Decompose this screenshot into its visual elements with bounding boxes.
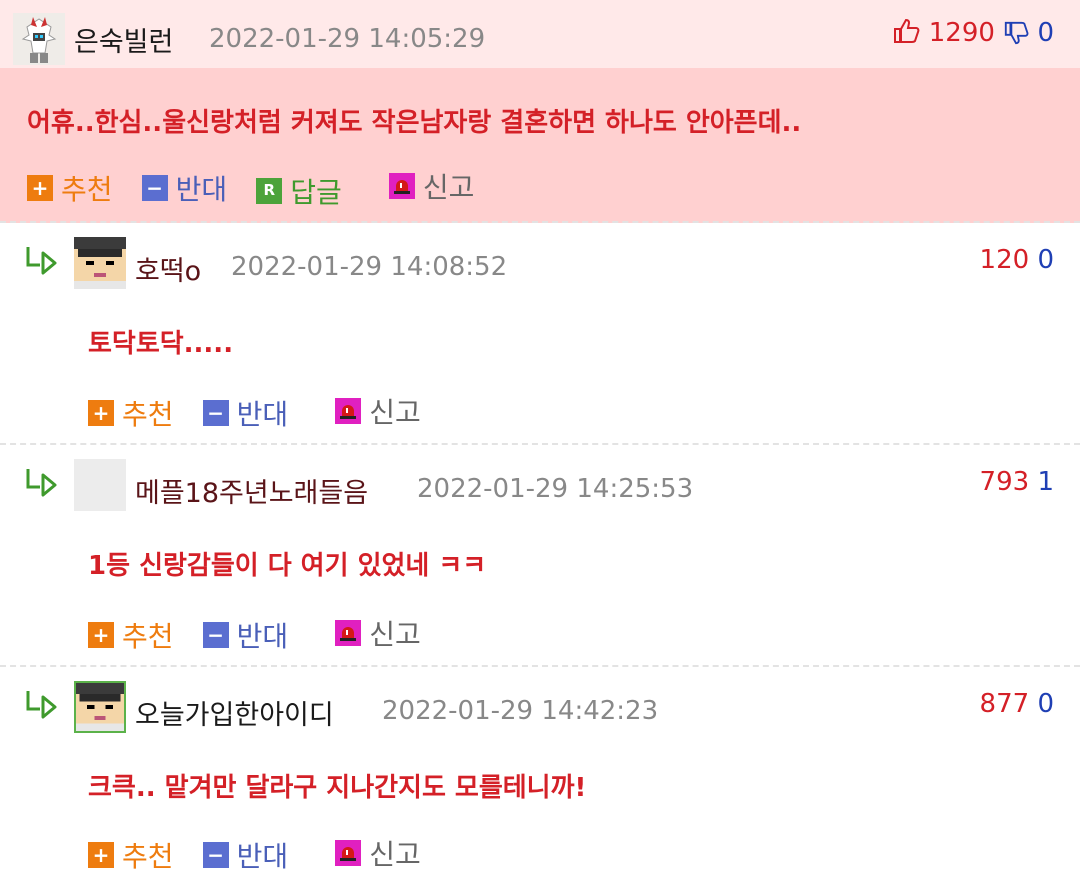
comment-actions: + 추천 − 반대 신고 — [88, 833, 445, 875]
vote-down-count: 0 — [1037, 245, 1054, 275]
nickname[interactable]: 오늘가입한아이디 — [135, 693, 334, 732]
avatar[interactable] — [74, 681, 126, 733]
avatar[interactable] — [74, 459, 126, 511]
report-label: 신고 — [369, 618, 421, 651]
minus-icon: − — [202, 622, 229, 648]
recommend-label: 추천 — [122, 840, 174, 873]
vote-up-count: 877 — [979, 689, 1030, 719]
plus-icon: + — [88, 842, 114, 868]
oppose-button[interactable]: − 반대 — [202, 615, 289, 655]
recommend-button[interactable]: + 추천 — [88, 835, 174, 875]
nickname[interactable]: 은숙빌런 — [74, 20, 173, 59]
siren-icon — [335, 620, 362, 646]
recommend-label: 추천 — [122, 620, 174, 653]
comment-text: 어휴..한심..울신랑처럼 커져도 작은남자랑 결혼하면 하나도 안아픈데.. — [27, 108, 802, 138]
plus-icon: + — [27, 175, 53, 201]
vote-down-count: 0 — [1037, 18, 1054, 48]
minus-icon: − — [141, 175, 168, 201]
recommend-button[interactable]: + 추천 — [88, 615, 174, 655]
report-label: 신고 — [369, 396, 421, 429]
vote-up-count: 120 — [979, 245, 1030, 275]
recommend-label: 추천 — [122, 398, 174, 431]
report-button[interactable]: 신고 — [335, 833, 421, 873]
comment-text: 토닥토닥..... — [88, 329, 234, 359]
report-button[interactable]: 신고 — [335, 613, 421, 653]
oppose-label: 반대 — [175, 173, 228, 206]
report-button[interactable]: 신고 — [335, 391, 421, 431]
reply-comment: 호떡o 2022-01-29 14:08:52 120 0 토닥토닥..... … — [0, 223, 1080, 445]
comment-text: 1등 신랑감들이 다 여기 있었네 ㅋㅋ — [88, 551, 487, 581]
vote-down-count: 1 — [1037, 467, 1054, 497]
report-label: 신고 — [422, 171, 475, 204]
siren-icon — [388, 173, 415, 199]
reply-label: 답글 — [290, 175, 342, 209]
comment-actions: + 추천 − 반대 R 답글 신고 — [27, 166, 498, 211]
comment-date: 2022-01-29 14:05:29 — [209, 24, 486, 54]
reply-comment: 오늘가입한아이디 2022-01-29 14:42:23 877 0 크큭.. … — [0, 667, 1080, 889]
oppose-label: 반대 — [236, 620, 289, 653]
comment-date: 2022-01-29 14:08:52 — [231, 252, 508, 282]
nickname[interactable]: 메플18주년노래들음 — [135, 471, 368, 510]
oppose-button[interactable]: − 반대 — [202, 835, 289, 875]
thumbs-down-icon — [1005, 21, 1029, 45]
reply-icon: R — [256, 177, 283, 204]
best-comment: 은숙빌런 2022-01-29 14:05:29 1290 0 어휴..한심..… — [0, 0, 1080, 223]
comment-date: 2022-01-29 14:42:23 — [382, 696, 659, 726]
oppose-button[interactable]: − 반대 — [141, 168, 228, 208]
recommend-label: 추천 — [61, 173, 113, 206]
recommend-button[interactable]: + 추천 — [88, 393, 174, 433]
reply-button[interactable]: R 답글 — [256, 171, 342, 211]
pixel-boy-avatar-icon — [76, 683, 124, 731]
vote-up-count: 1290 — [928, 18, 995, 48]
siren-icon — [335, 398, 362, 424]
plus-icon: + — [88, 400, 114, 426]
plus-icon: + — [88, 622, 114, 648]
reply-arrow-icon — [26, 247, 57, 275]
pixel-boy-avatar-icon — [74, 237, 126, 289]
blank-avatar-icon — [74, 459, 126, 511]
vote-counts: 793 1 — [980, 467, 1054, 497]
comment-actions: + 추천 − 반대 신고 — [88, 391, 445, 433]
report-label: 신고 — [369, 838, 421, 871]
avatar[interactable] — [13, 13, 65, 65]
vote-counts: 877 0 — [980, 689, 1054, 719]
report-button[interactable]: 신고 — [388, 166, 475, 206]
oppose-button[interactable]: − 반대 — [202, 393, 289, 433]
reply-arrow-icon — [26, 691, 57, 719]
reply-arrow-icon — [26, 469, 57, 497]
recommend-button[interactable]: + 추천 — [27, 168, 113, 208]
comment-text: 크큭.. 맡겨만 달라구 지나간지도 모를테니까! — [88, 773, 587, 803]
vote-down-count: 0 — [1037, 689, 1054, 719]
minus-icon: − — [202, 842, 229, 868]
thumbs-up-icon — [894, 18, 920, 43]
nickname[interactable]: 호떡o — [135, 249, 201, 288]
vote-counts: 1290 0 — [892, 18, 1054, 48]
avatar[interactable] — [74, 237, 126, 289]
siren-icon — [335, 840, 362, 866]
vote-up-count: 793 — [979, 467, 1030, 497]
vote-counts: 120 0 — [980, 245, 1054, 275]
minus-icon: − — [202, 400, 229, 426]
reply-comment: 메플18주년노래들음 2022-01-29 14:25:53 793 1 1등 … — [0, 445, 1080, 667]
oppose-label: 반대 — [236, 840, 289, 873]
comment-actions: + 추천 − 반대 신고 — [88, 613, 445, 655]
oppose-label: 반대 — [236, 398, 289, 431]
robot-avatar-icon — [13, 13, 65, 65]
comment-date: 2022-01-29 14:25:53 — [417, 474, 694, 504]
